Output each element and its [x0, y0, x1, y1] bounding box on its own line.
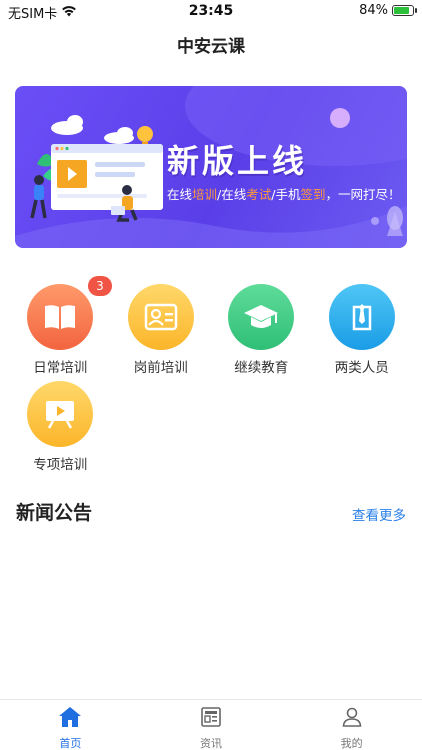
id-card-icon — [127, 284, 194, 350]
banner-subtitle: 在线培训/在线考试/手机签到，一网打尽！ — [167, 187, 401, 202]
user-icon — [341, 706, 363, 732]
menu-item-pre-job-training[interactable]: 岗前培训 — [111, 284, 212, 381]
menu-label: 两类人员 — [334, 360, 389, 376]
page-title: 中安云课 — [177, 37, 245, 57]
book-icon — [27, 284, 94, 350]
menu-item-special-training[interactable]: 专项培训 — [10, 381, 111, 478]
news-title: 新闻公告 — [16, 502, 93, 524]
tab-label: 首页 — [59, 737, 82, 750]
menu-label: 岗前培训 — [133, 360, 188, 376]
battery-percent: 84% — [359, 3, 388, 18]
status-bar: 无SIM卡 23:45 84% — [0, 0, 422, 24]
tab-home[interactable]: 首页 — [0, 700, 141, 750]
view-more-link[interactable]: 查看更多 — [352, 504, 406, 524]
menu-item-daily-training[interactable]: 3 日常培训 — [10, 276, 112, 381]
menu-label: 日常培训 — [33, 360, 88, 376]
news-icon — [200, 706, 222, 732]
graduation-cap-icon — [228, 284, 295, 350]
menu-item-two-categories-personnel[interactable]: 两类人员 — [312, 284, 413, 381]
tie-icon — [328, 284, 395, 350]
tab-label: 资讯 — [200, 737, 222, 750]
news-section-header: 新闻公告 查看更多 — [16, 498, 406, 526]
status-right: 84% — [359, 3, 417, 18]
category-menu: 3 日常培训 岗前培训 继续教育 两类人员 专项培训 — [10, 276, 413, 478]
tab-label: 我的 — [340, 737, 363, 750]
video-board-icon — [27, 381, 94, 447]
promo-banner[interactable]: 新版上线 在线培训/在线考试/手机签到，一网打尽！ — [15, 86, 407, 248]
tab-profile[interactable]: 我的 — [281, 700, 422, 750]
battery-icon — [392, 5, 417, 16]
menu-item-continuing-education[interactable]: 继续教育 — [211, 284, 312, 381]
banner-title: 新版上线 — [167, 142, 308, 180]
menu-label: 专项培训 — [33, 457, 88, 473]
menu-badge: 3 — [88, 276, 112, 296]
tab-news[interactable]: 资讯 — [141, 700, 282, 750]
bottom-tab-bar: 首页 资讯 我的 — [0, 699, 422, 750]
menu-label: 继续教育 — [234, 360, 289, 376]
home-icon — [58, 706, 82, 732]
